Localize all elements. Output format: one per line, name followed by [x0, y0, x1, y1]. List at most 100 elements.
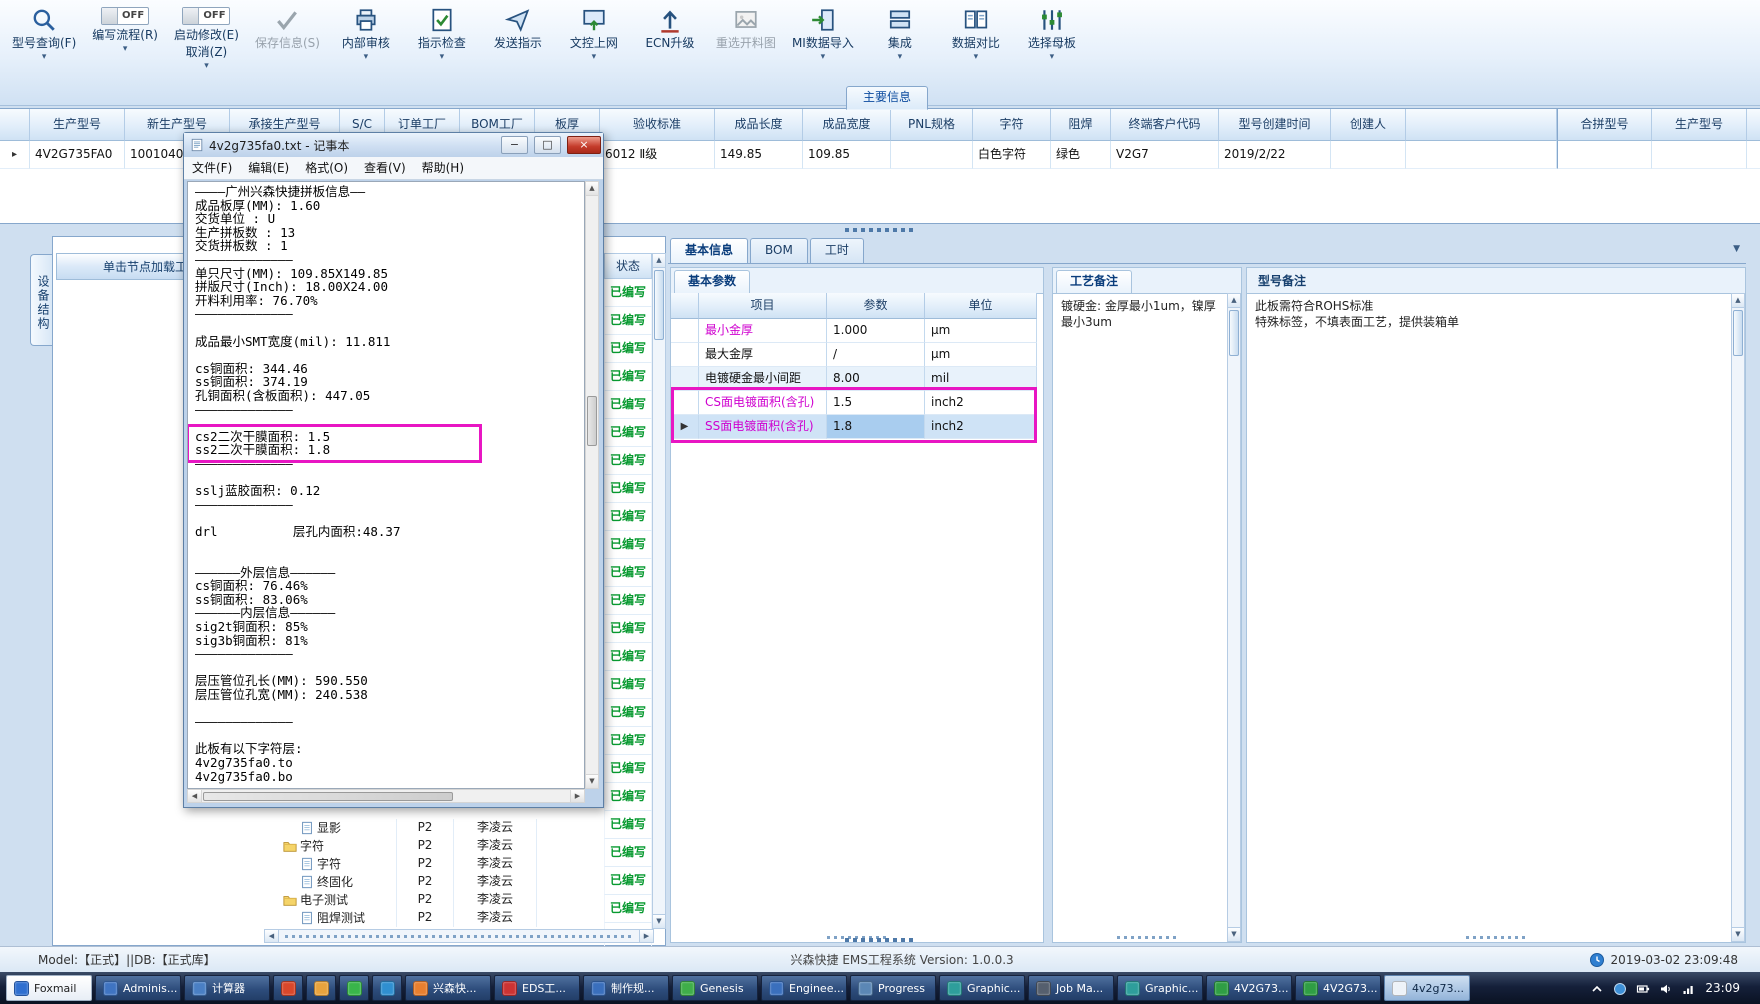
status-value[interactable]: 已编写 [604, 531, 652, 559]
status-value[interactable]: 已编写 [604, 615, 652, 643]
grid-col-header[interactable] [0, 109, 30, 141]
dropdown-caret-icon[interactable]: ▾ [898, 53, 903, 62]
status-value[interactable]: 已编写 [604, 363, 652, 391]
param-value-cell[interactable]: / [827, 343, 925, 367]
taskbar-button-notepad-task[interactable]: 4v2g73... [1384, 975, 1470, 1001]
toolbar-button-internal-audit[interactable]: 内部审核 ▾ [336, 7, 396, 62]
params-col-header[interactable]: 参数 [827, 293, 925, 319]
menu-item[interactable]: 文件(F) [184, 158, 240, 179]
tab-BOM[interactable]: BOM [750, 238, 808, 263]
scroll-up-icon[interactable]: ▲ [653, 254, 665, 268]
tree-node[interactable]: 字符 P2 李凌云 [266, 837, 604, 855]
status-value[interactable]: 已编写 [604, 279, 652, 307]
scroll-thumb[interactable] [654, 270, 664, 340]
dropdown-caret-icon[interactable]: ▾ [123, 45, 128, 54]
menu-item[interactable]: 查看(V) [356, 158, 414, 179]
toolbar-button-ecn-upgrade[interactable]: ECN升级 [640, 7, 700, 50]
grid-cell[interactable] [891, 141, 973, 169]
grid-cell[interactable]: 绿色 [1051, 141, 1111, 169]
taskbar-button-engineer[interactable]: Enginee... [761, 975, 847, 1001]
tree-node[interactable]: 字符 P2 李凌云 [266, 855, 604, 873]
grid-cell[interactable]: 2019/2/22 [1219, 141, 1331, 169]
status-value[interactable]: 已编写 [604, 671, 652, 699]
grid-col-header[interactable]: 合拼型号 [1557, 109, 1652, 141]
splitter-grip[interactable] [845, 228, 915, 232]
tree-node[interactable]: 电子测试 P2 李凌云 [266, 891, 604, 909]
horizontal-scrollbar[interactable]: ◀ ▶ [187, 789, 585, 803]
grid-col-header[interactable]: 创建人 [1331, 109, 1406, 141]
grid-cell[interactable] [1652, 141, 1747, 169]
taskbar-button-pcb1[interactable]: 4V2G73... [1206, 975, 1292, 1001]
toolbar-button-data-compare[interactable]: 数据对比 ▾ [946, 7, 1006, 62]
tab-basic-params[interactable]: 基本参数 [674, 270, 751, 293]
scroll-down-icon[interactable]: ▼ [653, 914, 665, 928]
taskbar-button-jobman[interactable]: Job Ma... [1028, 975, 1114, 1001]
notepad-titlebar[interactable]: 4v2g735fa0.txt - 记事本 − □ × [184, 133, 603, 157]
dropdown-caret-icon[interactable]: ▾ [1050, 53, 1055, 62]
grid-cell[interactable]: 6012 Ⅱ级 [600, 141, 715, 169]
param-value-cell[interactable]: 1.5 [827, 391, 925, 415]
tree-node[interactable]: 显影 P2 李凌云 [266, 819, 604, 837]
scroll-up-icon[interactable]: ▲ [1228, 294, 1240, 308]
grid-cell[interactable] [1557, 141, 1652, 169]
scroll-thumb[interactable] [203, 792, 453, 801]
toolbar-button-integrate[interactable]: 集成 ▾ [870, 7, 930, 62]
toolbar-button-start-modify[interactable]: OFF 启动修改(E) 取消(Z) ▾ [174, 7, 239, 71]
param-unit-cell[interactable]: mil [925, 367, 1037, 391]
grid-col-header[interactable]: 成品宽度 [803, 109, 891, 141]
vertical-scrollbar[interactable]: ▲ ▼ [1731, 293, 1745, 942]
tab-工时[interactable]: 工时 [809, 238, 864, 263]
taskbar-button-ie[interactable] [372, 975, 402, 1001]
status-value[interactable]: 已编写 [604, 643, 652, 671]
grid-col-header[interactable]: 阻焊 [1051, 109, 1111, 141]
params-col-header[interactable]: 单位 [925, 293, 1037, 319]
param-value-cell[interactable]: 1.8 [827, 415, 925, 439]
scroll-right-icon[interactable]: ▶ [570, 790, 584, 802]
params-row[interactable]: 电镀硬金最小间距 8.00 mil [671, 367, 1043, 391]
tab-main-info[interactable]: 主要信息 [846, 86, 929, 110]
param-unit-cell[interactable]: μm [925, 319, 1037, 343]
vertical-scrollbar[interactable]: ▲ ▼ [585, 181, 599, 789]
param-unit-cell[interactable]: μm [925, 343, 1037, 367]
status-value[interactable]: 已编写 [604, 699, 652, 727]
grid-col-header[interactable]: 终端客户代码 [1111, 109, 1219, 141]
tray-expand-icon[interactable] [1590, 981, 1604, 995]
status-value[interactable]: 已编写 [604, 783, 652, 811]
taskbar-button-genesis[interactable]: Genesis [672, 975, 758, 1001]
vertical-scrollbar[interactable]: ▲ ▼ [652, 253, 666, 929]
status-value[interactable]: 已编写 [604, 335, 652, 363]
taskbar-button-browser-orange[interactable] [306, 975, 336, 1001]
dropdown-caret-icon[interactable]: ▾ [42, 53, 47, 62]
status-value[interactable]: 已编写 [604, 391, 652, 419]
scroll-up-icon[interactable]: ▲ [1732, 294, 1744, 308]
grid-cell[interactable]: 4V2G735FA0 [30, 141, 125, 169]
toolbar-button-search[interactable]: 型号查询(F) ▾ [12, 7, 76, 62]
scroll-thumb[interactable] [587, 396, 597, 446]
tray-volume-icon[interactable] [1659, 981, 1673, 995]
tree-node[interactable]: 终固化 P2 李凌云 [266, 873, 604, 891]
dropdown-caret-icon[interactable]: ▾ [592, 53, 597, 62]
taskbar-button-qq[interactable] [339, 975, 369, 1001]
scroll-down-icon[interactable]: ▼ [1732, 927, 1744, 941]
param-item-cell[interactable]: CS面电镀面积(含孔) [699, 391, 827, 415]
taskbar-button-foxmail[interactable]: Foxmail [6, 975, 92, 1001]
splitter-grip[interactable] [845, 938, 915, 942]
taskbar-button-zhizuo[interactable]: 制作规... [583, 975, 669, 1001]
params-row[interactable]: ▶ SS面电镀面积(含孔) 1.8 inch2 [671, 415, 1043, 439]
toggle-off-switch[interactable]: OFF [101, 7, 150, 25]
dropdown-caret-icon[interactable]: ▾ [974, 53, 979, 62]
status-value[interactable]: 已编写 [604, 503, 652, 531]
menu-item[interactable]: 编辑(E) [240, 158, 297, 179]
grid-cell[interactable]: 149.85 [715, 141, 803, 169]
scroll-left-icon[interactable]: ◀ [265, 930, 279, 942]
status-value[interactable]: 已编写 [604, 419, 652, 447]
grid-col-header[interactable]: 验收标准 [600, 109, 715, 141]
grid-cell[interactable]: V2G7 [1111, 141, 1219, 169]
taskbar-button-graphic1[interactable]: Graphic... [939, 975, 1025, 1001]
taskbar-button-browser-red[interactable] [273, 975, 303, 1001]
menu-item[interactable]: 帮助(H) [414, 158, 472, 179]
notepad-window[interactable]: 4v2g735fa0.txt - 记事本 − □ × 文件(F) 编辑(E) 格式(… [183, 132, 604, 808]
grid-cell[interactable] [1331, 141, 1406, 169]
menu-item[interactable]: 格式(O) [297, 158, 356, 179]
scroll-thumb[interactable] [1229, 310, 1239, 356]
